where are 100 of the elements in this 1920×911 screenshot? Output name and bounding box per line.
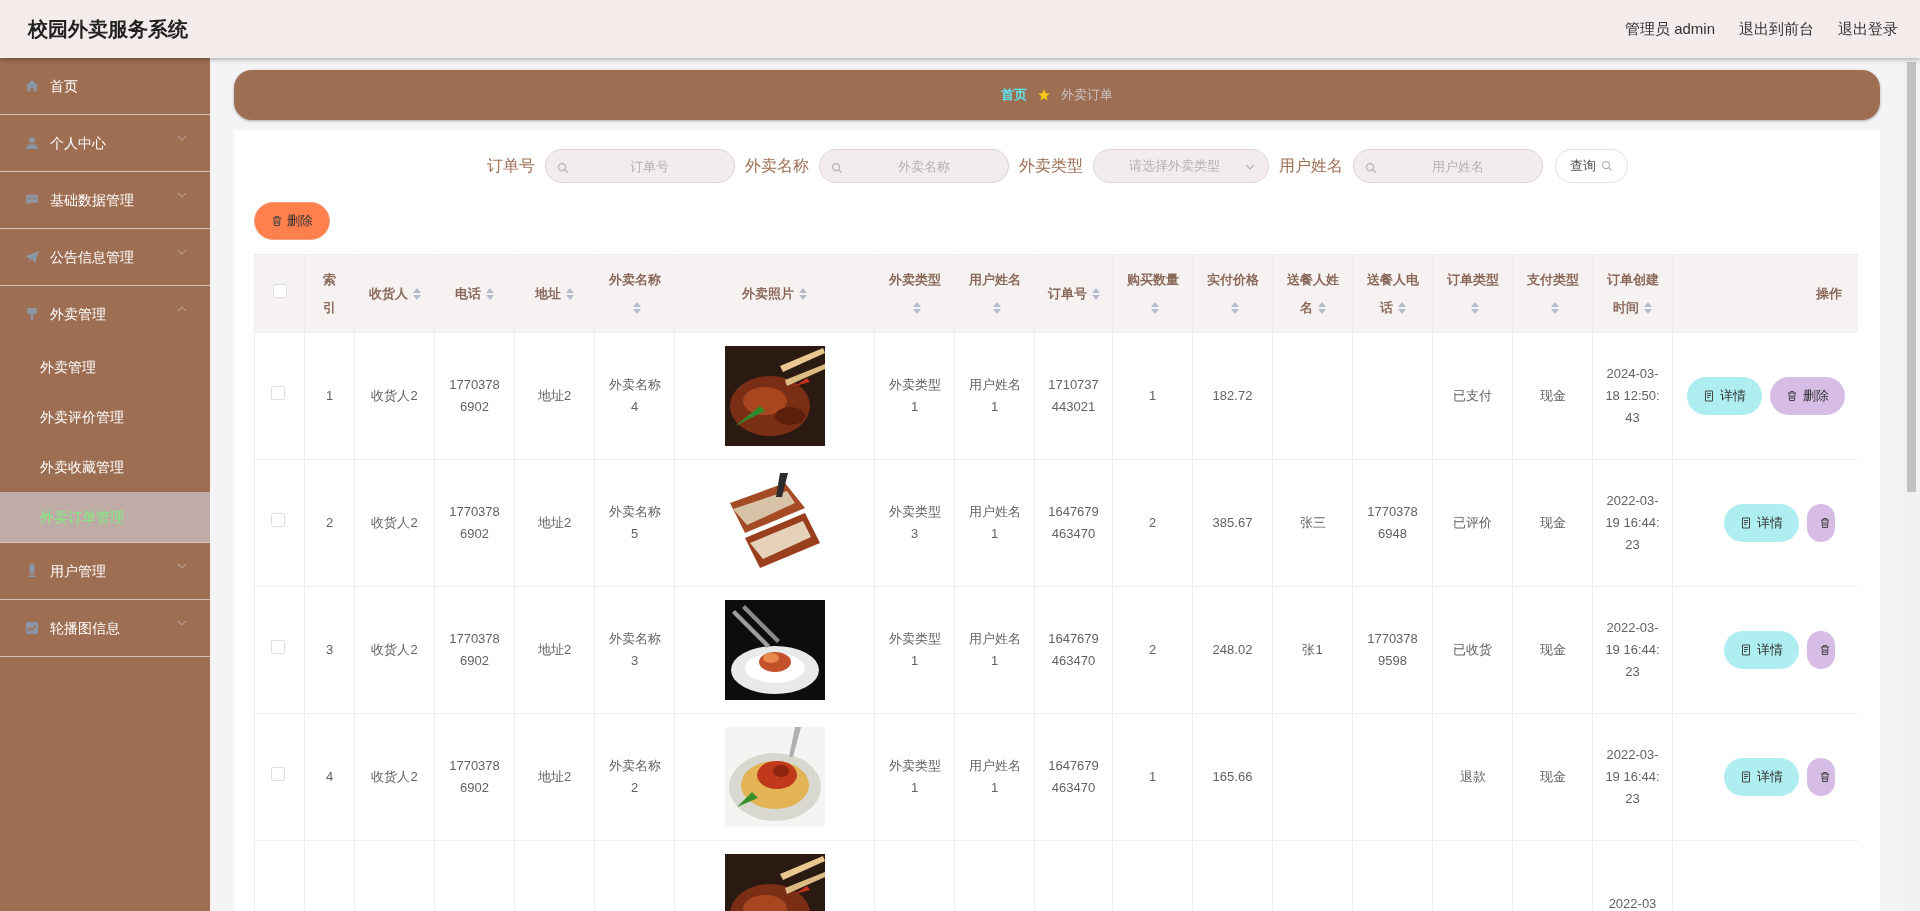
trash-icon	[1819, 644, 1831, 656]
checkbox[interactable]	[271, 640, 285, 654]
sidebar-item[interactable]: 个人中心	[0, 115, 210, 171]
checkbox[interactable]	[271, 767, 285, 781]
table-cell: 2022-03-19 16:44:23	[1605, 747, 1660, 806]
table-cell: 外卖类型3	[888, 504, 941, 541]
input-field[interactable]: 用户姓名	[1352, 149, 1543, 183]
input-field[interactable]: 订单号	[544, 149, 735, 183]
delete-button[interactable]: 删除	[1770, 377, 1845, 415]
table-cell: 现金	[1539, 388, 1566, 403]
document-icon	[1703, 390, 1715, 402]
table-cell: 1	[325, 388, 334, 403]
table-cell: 已支付	[1453, 388, 1492, 403]
checkbox[interactable]	[271, 386, 285, 400]
table-cell: 收货人2	[371, 769, 418, 784]
search-icon	[556, 162, 569, 174]
delete-button[interactable]	[1807, 631, 1835, 669]
delete-button[interactable]	[1807, 504, 1835, 542]
sidebar-item[interactable]: 首页	[0, 58, 210, 114]
table-cell: 17703786902	[449, 758, 500, 795]
table-cell: 张三	[1299, 515, 1326, 530]
table-cell: 地址2	[537, 388, 572, 403]
checkbox[interactable]	[271, 513, 285, 527]
table-cell: 17703786902	[449, 631, 500, 668]
table-cell: 1647679463470	[1048, 758, 1099, 795]
table-cell: 外卖类型1	[888, 377, 941, 414]
table-cell: 退款	[1459, 769, 1486, 784]
table-cell: 收货人2	[371, 642, 418, 657]
table-cell: 现金	[1539, 515, 1566, 530]
checkbox[interactable]	[272, 283, 287, 298]
table-cell: 现金	[1539, 642, 1566, 657]
app-title: 校园外卖服务系统	[28, 17, 188, 42]
sidebar-item[interactable]: 轮播图信息	[0, 600, 210, 656]
chart-icon	[24, 620, 40, 636]
table-cell: 收货人2	[371, 515, 418, 530]
table-cell: 17703786902	[449, 504, 500, 541]
sidebar-subitem[interactable]: 外卖收藏管理	[0, 442, 210, 492]
table-cell: 1710737443021	[1048, 377, 1099, 414]
detail-button[interactable]: 详情	[1724, 504, 1799, 542]
trash-icon	[1819, 771, 1831, 783]
chat-icon	[24, 192, 40, 208]
column-header: 索引	[322, 270, 337, 317]
breadcrumb-link[interactable]: 首页	[1001, 85, 1027, 105]
table-cell: 用户姓名1	[968, 377, 1021, 414]
sidebar-item[interactable]: 公告信息管理	[0, 229, 210, 285]
table-cell: 用户姓名1	[968, 758, 1021, 795]
table-cell: 2	[325, 515, 334, 530]
table-cell: 已评价	[1453, 515, 1492, 530]
search-icon	[830, 162, 843, 174]
delete-button[interactable]	[1807, 758, 1835, 796]
sidebar-subitem[interactable]: 外卖评价管理	[0, 392, 210, 442]
search-button[interactable]: 查询	[1554, 149, 1628, 183]
trash-icon	[1786, 390, 1798, 402]
table-cell: 165.66	[1212, 769, 1253, 784]
detail-button[interactable]: 详情	[1724, 631, 1799, 669]
table-cell: 2024-03-18 12:50:43	[1605, 366, 1660, 425]
trash-icon	[1819, 517, 1831, 529]
table-cell: 1	[1148, 769, 1157, 784]
table-cell: 收货人2	[371, 388, 418, 403]
table-cell: 张1	[1302, 642, 1323, 657]
table-cell: 1647679463470	[1048, 631, 1099, 668]
paper-plane-icon	[24, 249, 40, 265]
table-cell: 1647679463470	[1048, 504, 1099, 541]
detail-button[interactable]: 详情	[1687, 377, 1762, 415]
table-cell: 用户姓名1	[968, 631, 1021, 668]
search-icon	[1364, 162, 1377, 174]
table-cell: 3	[325, 642, 334, 657]
table-cell: 2022-03-19 16:44:23	[1605, 620, 1660, 679]
document-icon	[1740, 771, 1752, 783]
table-cell: 外卖名称5	[608, 504, 661, 541]
table-cell: 外卖类型1	[888, 758, 941, 795]
delete-button[interactable]: 删除	[254, 202, 330, 240]
table-cell: 385.67	[1212, 515, 1253, 530]
detail-button[interactable]: 详情	[1724, 758, 1799, 796]
scrollbar[interactable]	[1903, 58, 1920, 911]
table-cell: 182.72	[1212, 388, 1253, 403]
user-icon	[24, 135, 40, 151]
search-icon	[1600, 160, 1613, 172]
field-label: 外卖名称	[744, 156, 809, 176]
trash-icon	[271, 215, 283, 227]
header-link[interactable]: 退出到前台	[1739, 17, 1814, 41]
table-cell: 2	[1148, 515, 1157, 530]
table-cell: 外卖名称3	[608, 631, 661, 668]
sidebar-item[interactable]: 外卖管理	[0, 286, 210, 342]
input-field[interactable]: 外卖名称	[818, 149, 1009, 183]
field-label: 外卖类型	[1018, 156, 1083, 176]
home-icon	[24, 78, 40, 94]
header-link[interactable]: 管理员 admin	[1624, 17, 1715, 41]
table-cell: 外卖类型1	[888, 631, 941, 668]
table-cell: 2022-03	[1608, 896, 1657, 911]
field-label: 订单号	[486, 156, 535, 176]
table-cell: 用户姓名1	[968, 504, 1021, 541]
sidebar-subitem[interactable]: 外卖管理	[0, 342, 210, 392]
table-cell: 已收货	[1453, 642, 1492, 657]
table-cell: 地址2	[537, 769, 572, 784]
header-link[interactable]: 退出登录	[1838, 17, 1898, 41]
sidebar-item[interactable]: 用户管理	[0, 543, 210, 599]
sidebar-item[interactable]: 基础数据管理	[0, 172, 210, 228]
brush-icon	[24, 306, 40, 322]
table-cell: 地址2	[537, 642, 572, 657]
